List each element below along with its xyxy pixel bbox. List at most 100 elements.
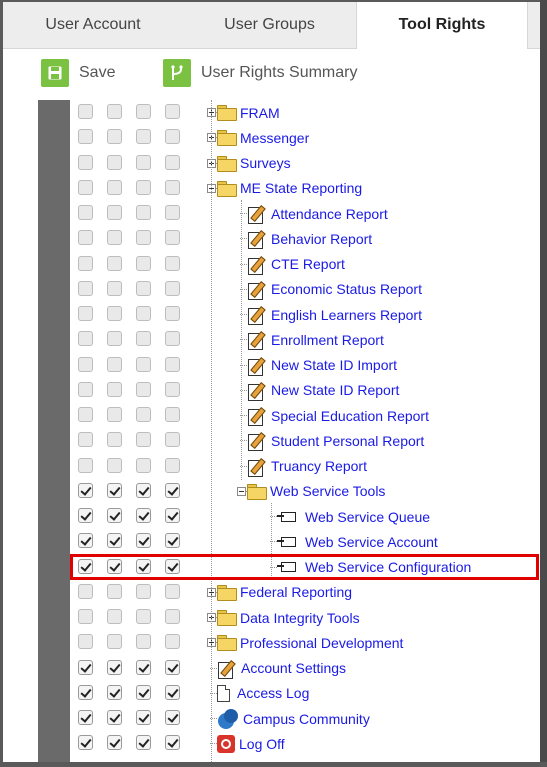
delete-checkbox[interactable] xyxy=(165,482,180,498)
delete-checkbox[interactable] xyxy=(165,508,180,523)
tree-node[interactable]: Student Personal Report xyxy=(247,430,424,452)
write-checkbox[interactable] xyxy=(107,179,122,195)
write-checkbox[interactable] xyxy=(107,407,122,422)
delete-checkbox[interactable] xyxy=(165,306,180,321)
delete-checkbox[interactable] xyxy=(165,659,180,675)
delete-checkbox[interactable] xyxy=(165,634,180,650)
delete-checkbox[interactable] xyxy=(165,280,180,296)
add-checkbox[interactable] xyxy=(136,179,151,195)
tree-node[interactable]: Web Service Tools xyxy=(247,481,385,502)
tree-node[interactable]: Truancy Report xyxy=(247,456,367,477)
write-checkbox[interactable] xyxy=(107,710,122,725)
write-checkbox[interactable] xyxy=(107,508,122,523)
tree-node[interactable]: New State ID Import xyxy=(247,355,397,376)
add-checkbox[interactable] xyxy=(136,684,151,700)
add-checkbox[interactable] xyxy=(136,280,151,296)
delete-checkbox[interactable] xyxy=(165,533,180,549)
delete-checkbox[interactable] xyxy=(165,331,180,347)
add-checkbox[interactable] xyxy=(136,710,151,725)
tree-node[interactable]: Surveys xyxy=(217,153,291,174)
tree-node[interactable]: FRAM xyxy=(217,102,280,123)
save-button[interactable]: Save xyxy=(41,59,115,87)
tree-node[interactable]: Web Service Queue xyxy=(277,506,430,527)
add-checkbox[interactable] xyxy=(136,154,151,170)
add-checkbox[interactable] xyxy=(136,457,151,473)
add-checkbox[interactable] xyxy=(136,432,151,448)
tree-node[interactable]: Federal Reporting xyxy=(217,582,352,603)
read-checkbox[interactable] xyxy=(78,432,93,448)
write-checkbox[interactable] xyxy=(107,129,122,145)
add-checkbox[interactable] xyxy=(136,381,151,397)
delete-checkbox[interactable] xyxy=(165,609,180,624)
write-checkbox[interactable] xyxy=(107,154,122,170)
add-checkbox[interactable] xyxy=(136,255,151,271)
add-checkbox[interactable] xyxy=(136,306,151,321)
read-checkbox[interactable] xyxy=(78,609,93,624)
read-checkbox[interactable] xyxy=(78,407,93,422)
delete-checkbox[interactable] xyxy=(165,735,180,751)
read-checkbox[interactable] xyxy=(78,230,93,246)
add-checkbox[interactable] xyxy=(136,331,151,347)
add-checkbox[interactable] xyxy=(136,104,151,119)
add-checkbox[interactable] xyxy=(136,205,151,220)
read-checkbox[interactable] xyxy=(78,104,93,119)
write-checkbox[interactable] xyxy=(107,255,122,271)
tree-node[interactable]: ME State Reporting xyxy=(217,178,362,199)
tree-node[interactable]: Special Education Report xyxy=(247,405,429,426)
add-checkbox[interactable] xyxy=(136,533,151,549)
tree-node[interactable]: English Learners Report xyxy=(247,304,422,325)
delete-checkbox[interactable] xyxy=(165,154,180,170)
tab-tool-rights[interactable]: Tool Rights xyxy=(356,2,528,49)
tree-node[interactable]: Behavior Report xyxy=(247,228,372,250)
delete-checkbox[interactable] xyxy=(165,129,180,145)
add-checkbox[interactable] xyxy=(136,129,151,145)
read-checkbox[interactable] xyxy=(78,684,93,700)
read-checkbox[interactable] xyxy=(78,280,93,296)
read-checkbox[interactable] xyxy=(78,457,93,473)
read-checkbox[interactable] xyxy=(78,154,93,170)
add-checkbox[interactable] xyxy=(136,407,151,422)
read-checkbox[interactable] xyxy=(78,255,93,271)
add-checkbox[interactable] xyxy=(136,230,151,246)
read-checkbox[interactable] xyxy=(78,508,93,523)
read-checkbox[interactable] xyxy=(78,306,93,321)
add-checkbox[interactable] xyxy=(136,735,151,751)
read-checkbox[interactable] xyxy=(78,735,93,751)
write-checkbox[interactable] xyxy=(107,230,122,246)
add-checkbox[interactable] xyxy=(136,609,151,624)
tree-node[interactable]: Messenger xyxy=(217,127,309,148)
write-checkbox[interactable] xyxy=(107,583,122,599)
write-checkbox[interactable] xyxy=(107,533,122,549)
user-rights-summary-button[interactable]: User Rights Summary xyxy=(163,59,357,87)
read-checkbox[interactable] xyxy=(78,356,93,372)
read-checkbox[interactable] xyxy=(78,583,93,599)
read-checkbox[interactable] xyxy=(78,179,93,195)
write-checkbox[interactable] xyxy=(107,381,122,397)
write-checkbox[interactable] xyxy=(107,104,122,119)
read-checkbox[interactable] xyxy=(78,659,93,675)
tree-node[interactable]: Account Settings xyxy=(217,658,346,679)
write-checkbox[interactable] xyxy=(107,659,122,675)
tree-node[interactable]: Professional Development xyxy=(217,632,403,653)
tree-node[interactable]: Data Integrity Tools xyxy=(217,607,360,628)
tree-node[interactable]: CTE Report xyxy=(247,254,345,275)
delete-checkbox[interactable] xyxy=(165,710,180,725)
tree-node[interactable]: Campus Community xyxy=(217,708,370,729)
add-checkbox[interactable] xyxy=(136,356,151,372)
delete-checkbox[interactable] xyxy=(165,583,180,599)
write-checkbox[interactable] xyxy=(107,356,122,372)
read-checkbox[interactable] xyxy=(78,482,93,498)
read-checkbox[interactable] xyxy=(78,381,93,397)
write-checkbox[interactable] xyxy=(107,306,122,321)
tree-node[interactable]: Log Off xyxy=(217,733,285,754)
tree-node[interactable]: New State ID Report xyxy=(247,380,399,401)
write-checkbox[interactable] xyxy=(107,684,122,700)
tree-node[interactable]: Attendance Report xyxy=(247,203,388,224)
add-checkbox[interactable] xyxy=(136,482,151,498)
tree-node[interactable]: Web Service Account xyxy=(277,531,438,552)
add-checkbox[interactable] xyxy=(136,659,151,675)
read-checkbox[interactable] xyxy=(78,331,93,347)
tree-node[interactable]: Enrollment Report xyxy=(247,329,384,351)
write-checkbox[interactable] xyxy=(107,432,122,448)
delete-checkbox[interactable] xyxy=(165,205,180,220)
